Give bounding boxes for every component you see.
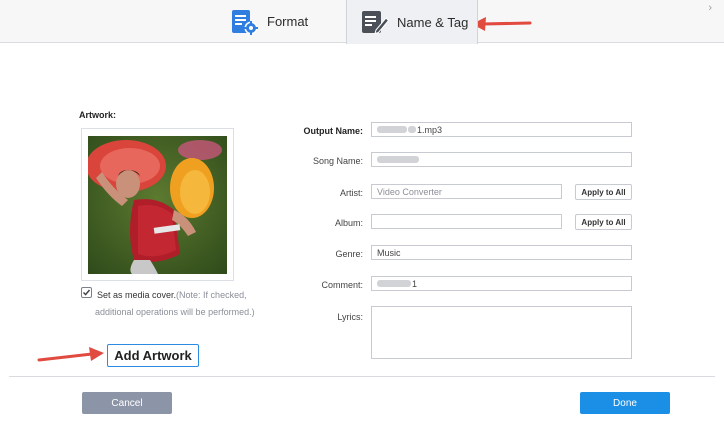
- set-media-cover-label: Set as media cover.: [97, 290, 177, 300]
- redacted-text: [377, 156, 419, 163]
- song-name-field[interactable]: [371, 152, 632, 167]
- annotation-arrow-icon: [37, 347, 104, 362]
- genre-value: Music: [377, 247, 401, 258]
- album-apply-to-all-button[interactable]: Apply to All: [575, 214, 632, 230]
- edit-tag-icon: [362, 11, 389, 35]
- output-name-field[interactable]: 1.mp3: [371, 122, 632, 137]
- format-settings-icon: [232, 9, 258, 35]
- artist-value: Video Converter: [377, 186, 442, 197]
- output-name-label: Output Name:: [303, 126, 364, 136]
- artist-field[interactable]: Video Converter: [371, 184, 562, 199]
- comment-value: 1: [412, 278, 418, 289]
- set-media-cover-checkbox[interactable]: [81, 287, 92, 298]
- done-button[interactable]: Done: [580, 392, 670, 414]
- tab-name-and-tag-label: Name & Tag: [397, 14, 469, 30]
- artist-apply-to-all-button[interactable]: Apply to All: [575, 184, 632, 200]
- comment-field[interactable]: 1: [371, 276, 632, 291]
- album-cover-image: [88, 136, 227, 274]
- tab-format-label: Format: [267, 14, 309, 29]
- album-label: Album:: [334, 218, 363, 228]
- genre-label: Genre:: [335, 249, 363, 259]
- checkmark-icon: [83, 289, 91, 296]
- artist-label: Artist:: [339, 188, 363, 198]
- redacted-text: [377, 126, 407, 133]
- tab-name-and-tag[interactable]: Name & Tag: [346, 0, 478, 44]
- artwork-heading: Artwork:: [79, 110, 117, 120]
- genre-field[interactable]: Music: [371, 245, 632, 260]
- redacted-text: [408, 126, 416, 133]
- lyrics-textarea[interactable]: [371, 306, 632, 359]
- add-artwork-button[interactable]: Add Artwork: [107, 344, 199, 367]
- album-field[interactable]: [371, 214, 562, 229]
- redacted-text: [377, 280, 411, 287]
- close-icon[interactable]: ›: [708, 2, 712, 14]
- output-name-value: 1.mp3: [417, 124, 443, 135]
- footer-divider: [9, 376, 715, 377]
- song-name-label: Song Name:: [312, 156, 363, 166]
- tab-bar: Format Name & Tag ›: [0, 0, 724, 44]
- cancel-button[interactable]: Cancel: [82, 392, 172, 414]
- annotation-arrow-icon: [472, 17, 532, 31]
- lyrics-label: Lyrics:: [337, 312, 363, 322]
- artwork-preview: [81, 128, 234, 281]
- tab-format[interactable]: Format: [222, 0, 346, 43]
- comment-label: Comment:: [321, 280, 363, 290]
